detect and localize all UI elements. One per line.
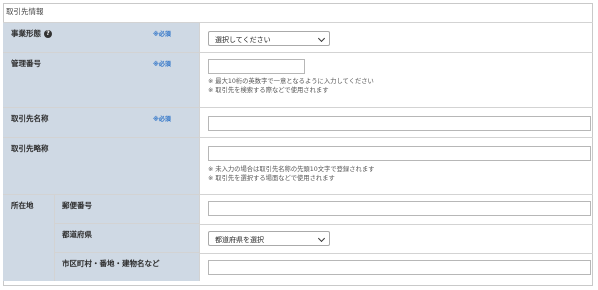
- city-address-label: 市区町村・番地・建物名など: [62, 259, 160, 268]
- required-badge: ※必須: [153, 116, 171, 123]
- management-number-label: 管理番号: [11, 59, 41, 68]
- business-type-label: 事業形態: [11, 29, 41, 38]
- client-short-name-note-2: ※ 取引先を選択する場面などで使用されます: [208, 175, 335, 182]
- postal-code-label: 郵便番号: [62, 201, 92, 210]
- required-badge: ※必須: [153, 31, 171, 38]
- city-address-input[interactable]: [208, 260, 591, 275]
- row-client-name: 取引先名称 ※必須: [3, 108, 593, 138]
- client-short-name-label: 取引先略称: [11, 144, 49, 153]
- management-number-note-1: ※ 最大10桁の英数字で一意となるように入力してください: [208, 78, 374, 85]
- required-badge: ※必須: [153, 61, 171, 68]
- row-management-number: 管理番号 ※必須 ※ 最大10桁の英数字で一意となるように入力してください ※ …: [3, 53, 593, 108]
- client-short-name-note-1: ※ 未入力の場合は取引先名称の先頭10文字で登録されます: [208, 166, 375, 173]
- management-number-input[interactable]: [208, 59, 305, 74]
- row-address: 所在地 郵便番号 都道府県 市区町村・番地・建物名など 都道府県を選択: [3, 195, 593, 281]
- section-title: 取引先情報: [6, 7, 44, 16]
- chevron-down-icon: [317, 234, 326, 243]
- prefecture-select[interactable]: 都道府県を選択: [208, 231, 330, 246]
- client-name-label: 取引先名称: [11, 114, 49, 123]
- address-label: 所在地: [11, 201, 34, 210]
- client-name-input[interactable]: [208, 116, 591, 131]
- prefecture-label: 都道府県: [62, 230, 92, 239]
- row-business-type: 事業形態? ※必須 選択してください: [3, 23, 593, 53]
- client-info-form: 事業形態? ※必須 選択してください 管理番号 ※必須 ※ 最大10桁の英数字で…: [3, 22, 593, 281]
- management-number-note-2: ※ 取引先を検索する際などで使用されます: [208, 87, 329, 94]
- business-type-select[interactable]: 選択してください: [208, 31, 330, 46]
- question-circle-icon[interactable]: ?: [44, 30, 52, 38]
- client-short-name-input[interactable]: [208, 146, 591, 161]
- postal-code-input[interactable]: [208, 201, 591, 216]
- row-client-short-name: 取引先略称 ※ 未入力の場合は取引先名称の先頭10文字で登録されます ※ 取引先…: [3, 138, 593, 195]
- chevron-down-icon: [317, 34, 326, 43]
